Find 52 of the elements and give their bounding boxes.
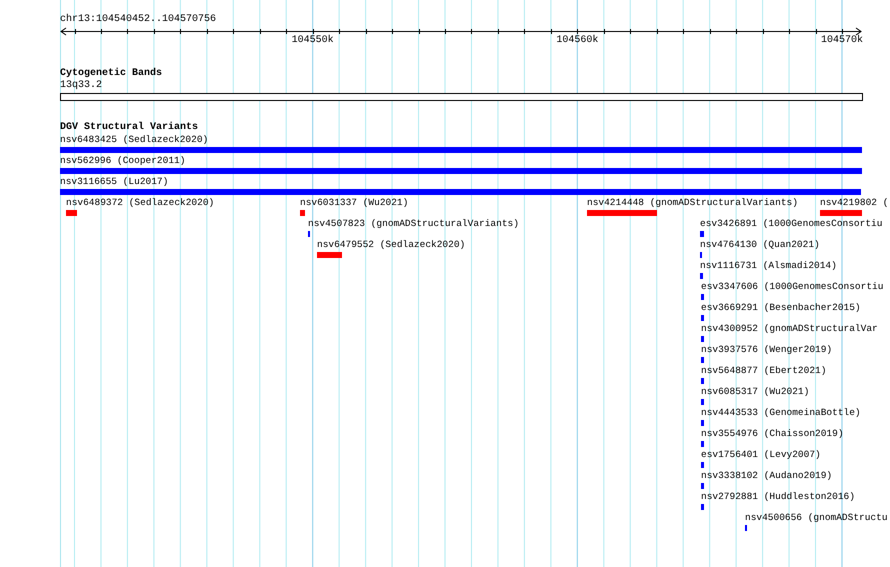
- variant-label[interactable]: esv3426891 (1000GenomesConsortiu: [700, 218, 882, 230]
- variant-label[interactable]: nsv6085317 (Wu2021): [701, 386, 810, 398]
- variant-bar[interactable]: [820, 210, 862, 216]
- location-label: chr13:104540452..104570756: [60, 14, 216, 26]
- variant-bar[interactable]: [300, 210, 305, 216]
- variant-bar[interactable]: [60, 168, 862, 174]
- variant-label[interactable]: nsv3116655 (Lu2017): [60, 176, 168, 188]
- variant-label[interactable]: nsv1116731 (Alsmadi2014): [700, 260, 837, 272]
- variant-label[interactable]: nsv4214448 (gnomADStructuralVariants): [587, 197, 798, 209]
- variant-label[interactable]: nsv3554976 (Chaisson2019): [701, 428, 844, 440]
- track-title: Cytogenetic Bands: [60, 68, 162, 80]
- variant-bar[interactable]: [700, 231, 704, 237]
- variant-bar[interactable]: [701, 399, 704, 405]
- variant-label[interactable]: nsv4300952 (gnomADStructuralVar: [701, 323, 878, 335]
- track-title: DGV Structural Variants: [60, 122, 198, 134]
- variant-label[interactable]: nsv4219802 (: [820, 197, 888, 209]
- variant-label[interactable]: nsv3338102 (Audano2019): [701, 470, 832, 482]
- variant-bar[interactable]: [317, 252, 342, 258]
- variant-bar[interactable]: [701, 378, 704, 384]
- variant-bar[interactable]: [60, 189, 861, 195]
- variant-label[interactable]: esv1756401 (Levy2007): [701, 449, 821, 461]
- variant-bar[interactable]: [701, 357, 704, 363]
- variant-label[interactable]: nsv6489372 (Sedlazeck2020): [66, 197, 214, 209]
- variant-bar[interactable]: [701, 441, 704, 447]
- variant-bar[interactable]: [701, 294, 704, 300]
- variant-label[interactable]: nsv4507823 (gnomADStructuralVariants): [308, 218, 519, 230]
- variant-label[interactable]: esv3347606 (1000GenomesConsortiu: [701, 281, 884, 293]
- variant-label[interactable]: nsv6031337 (Wu2021): [300, 197, 408, 209]
- tick-label: 104550k: [292, 35, 334, 47]
- variant-label[interactable]: nsv562996 (Cooper2011): [60, 155, 186, 167]
- variant-bar[interactable]: [701, 462, 704, 468]
- variant-bar[interactable]: [701, 315, 704, 321]
- band-label: 13q33.2: [60, 80, 102, 92]
- variant-label[interactable]: nsv6479552 (Sedlazeck2020): [317, 239, 466, 251]
- variant-bar[interactable]: [701, 336, 704, 342]
- variant-label[interactable]: esv3669291 (Besenbacher2015): [701, 302, 861, 314]
- variant-label[interactable]: nsv2792881 (Huddleston2016): [701, 491, 855, 503]
- variant-bar[interactable]: [587, 210, 657, 216]
- variant-bar[interactable]: [701, 483, 704, 489]
- variant-label[interactable]: nsv3937576 (Wenger2019): [701, 344, 832, 356]
- variant-label[interactable]: nsv6483425 (Sedlazeck2020): [60, 134, 208, 146]
- variant-label[interactable]: nsv4764130 (Quan2021): [700, 239, 820, 251]
- variant-bar[interactable]: [700, 273, 703, 279]
- variant-bar[interactable]: [60, 147, 862, 153]
- variant-label[interactable]: nsv4443533 (GenomeinaBottle): [701, 407, 861, 419]
- variant-label[interactable]: nsv5648877 (Ebert2021): [701, 365, 826, 377]
- variant-bar[interactable]: [66, 210, 77, 216]
- variant-bar[interactable]: [701, 420, 704, 426]
- variant-label[interactable]: nsv4500656 (gnomADStructu: [745, 512, 888, 524]
- variant-bar[interactable]: [701, 504, 704, 510]
- tick-label: 104570k: [820, 35, 863, 47]
- tick-label: 104560k: [556, 35, 598, 47]
